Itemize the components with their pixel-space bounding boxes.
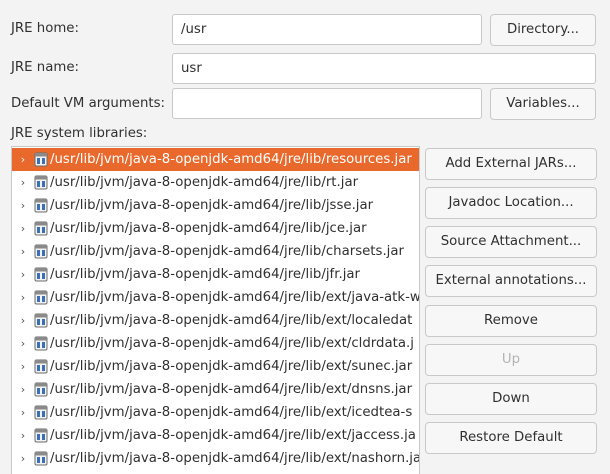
library-path: /usr/lib/jvm/java-8-openjdk-amd64/jre/li… xyxy=(50,267,361,282)
chevron-right-icon[interactable]: › xyxy=(18,217,28,240)
library-row[interactable]: › /usr/lib/jvm/java-8-openjdk-amd64/jre/l… xyxy=(12,286,420,309)
library-row[interactable]: › /usr/lib/jvm/java-8-openjdk-amd64/jre/l… xyxy=(12,263,419,286)
javadoc-location-button[interactable]: Javadoc Location... xyxy=(425,187,597,219)
chevron-right-icon[interactable]: › xyxy=(18,355,28,378)
library-row[interactable]: › /usr/lib/jvm/java-8-openjdk-amd64/jre/l… xyxy=(12,240,419,263)
library-path: /usr/lib/jvm/java-8-openjdk-amd64/jre/li… xyxy=(50,405,413,420)
library-row[interactable]: › /usr/lib/jvm/java-8-openjdk-amd64/jre/l… xyxy=(12,194,419,217)
jar-file-icon xyxy=(34,244,48,259)
jar-file-icon xyxy=(34,221,48,236)
library-row[interactable]: › /usr/lib/jvm/java-8-openjdk-amd64/jre/l… xyxy=(12,447,420,470)
chevron-right-icon[interactable]: › xyxy=(18,309,28,332)
chevron-right-icon[interactable]: › xyxy=(18,424,28,447)
library-row[interactable]: › /usr/lib/jvm/java-8-openjdk-amd64/jre/l… xyxy=(12,148,419,171)
jar-file-icon xyxy=(34,405,48,420)
vm-arguments-label: Default VM arguments: xyxy=(11,96,166,111)
chevron-right-icon[interactable]: › xyxy=(18,378,28,401)
add-external-jars-button[interactable]: Add External JARs... xyxy=(425,148,597,180)
chevron-right-icon[interactable]: › xyxy=(18,263,28,286)
directory-button[interactable]: Directory... xyxy=(490,14,596,46)
chevron-right-icon[interactable]: › xyxy=(18,401,28,424)
external-annotations-button[interactable]: External annotations... xyxy=(425,265,597,297)
library-path: /usr/lib/jvm/java-8-openjdk-amd64/jre/li… xyxy=(50,313,413,328)
chevron-right-icon[interactable]: › xyxy=(18,194,28,217)
chevron-right-icon[interactable]: › xyxy=(18,447,28,470)
up-button[interactable]: Up xyxy=(425,344,597,376)
library-row[interactable]: › /usr/lib/jvm/java-8-openjdk-amd64/jre/l… xyxy=(12,401,419,424)
remove-button[interactable]: Remove xyxy=(425,305,597,337)
jar-file-icon xyxy=(34,175,48,190)
library-path: /usr/lib/jvm/java-8-openjdk-amd64/jre/li… xyxy=(50,152,412,167)
jar-file-icon xyxy=(34,382,48,397)
library-path: /usr/lib/jvm/java-8-openjdk-amd64/jre/li… xyxy=(50,359,413,374)
chevron-right-icon[interactable]: › xyxy=(18,171,28,194)
jar-file-icon xyxy=(34,428,48,443)
jar-file-icon xyxy=(34,313,48,328)
down-button[interactable]: Down xyxy=(425,383,597,415)
jre-name-label: JRE name: xyxy=(11,60,79,75)
library-row[interactable]: › /usr/lib/jvm/java-8-openjdk-amd64/jre/l… xyxy=(12,332,419,355)
library-row[interactable]: › /usr/lib/jvm/java-8-openjdk-amd64/jre/l… xyxy=(12,217,419,240)
chevron-right-icon[interactable]: › xyxy=(18,240,28,263)
jar-file-icon xyxy=(34,152,48,167)
library-path: /usr/lib/jvm/java-8-openjdk-amd64/jre/li… xyxy=(50,336,414,351)
library-path: /usr/lib/jvm/java-8-openjdk-amd64/jre/li… xyxy=(50,290,420,305)
restore-default-button[interactable]: Restore Default xyxy=(425,422,597,454)
library-row[interactable]: › /usr/lib/jvm/java-8-openjdk-amd64/jre/l… xyxy=(12,355,419,378)
chevron-right-icon[interactable]: › xyxy=(18,286,28,309)
library-row[interactable]: › /usr/lib/jvm/java-8-openjdk-amd64/jre/l… xyxy=(12,378,419,401)
library-row[interactable]: › /usr/lib/jvm/java-8-openjdk-amd64/jre/l… xyxy=(12,424,419,447)
jar-file-icon xyxy=(34,451,48,466)
source-attachment-button[interactable]: Source Attachment... xyxy=(425,226,597,258)
library-path: /usr/lib/jvm/java-8-openjdk-amd64/jre/li… xyxy=(50,198,374,213)
jar-file-icon xyxy=(34,290,48,305)
library-path: /usr/lib/jvm/java-8-openjdk-amd64/jre/li… xyxy=(50,382,413,397)
chevron-right-icon[interactable]: › xyxy=(18,148,28,171)
jar-file-icon xyxy=(34,336,48,351)
library-row[interactable]: › /usr/lib/jvm/java-8-openjdk-amd64/jre/l… xyxy=(12,309,419,332)
library-path: /usr/lib/jvm/java-8-openjdk-amd64/jre/li… xyxy=(50,244,404,259)
chevron-right-icon[interactable]: › xyxy=(18,332,28,355)
jre-system-libraries-label: JRE system libraries: xyxy=(11,126,148,141)
jar-file-icon xyxy=(34,198,48,213)
variables-button[interactable]: Variables... xyxy=(490,88,596,120)
jre-name-field[interactable]: usr xyxy=(172,53,596,84)
library-path: /usr/lib/jvm/java-8-openjdk-amd64/jre/li… xyxy=(50,175,359,190)
library-path: /usr/lib/jvm/java-8-openjdk-amd64/jre/li… xyxy=(50,451,420,466)
jar-file-icon xyxy=(34,267,48,282)
library-path: /usr/lib/jvm/java-8-openjdk-amd64/jre/li… xyxy=(50,428,416,443)
vm-arguments-field[interactable] xyxy=(172,88,482,119)
library-tree[interactable]: › /usr/lib/jvm/java-8-openjdk-amd64/jre/l… xyxy=(11,146,420,474)
jar-file-icon xyxy=(34,359,48,374)
jre-home-label: JRE home: xyxy=(11,21,79,36)
library-row[interactable]: › /usr/lib/jvm/java-8-openjdk-amd64/jre/l… xyxy=(12,171,419,194)
library-path: /usr/lib/jvm/java-8-openjdk-amd64/jre/li… xyxy=(50,221,367,236)
jre-home-field[interactable]: /usr xyxy=(172,14,482,45)
